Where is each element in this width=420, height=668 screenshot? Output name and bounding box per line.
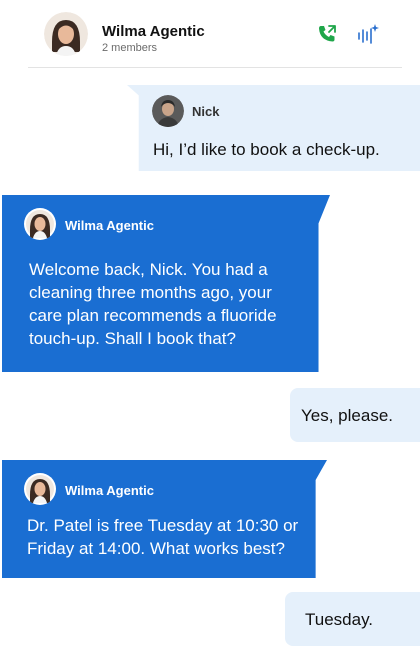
- sender-avatar: [24, 473, 56, 505]
- member-count: 2 members: [102, 42, 158, 54]
- message-text: Yes, please.: [301, 406, 393, 425]
- message-bubble-agent: Wilma Agentic Welcome back, Nick. You ha…: [2, 195, 330, 372]
- sender-avatar: [152, 95, 184, 127]
- sender-name: Wilma Agentic: [65, 483, 154, 498]
- message-text: Hi, I’d like to book a check-up.: [153, 140, 380, 159]
- header-divider: [28, 67, 402, 68]
- phone-icon[interactable]: [316, 23, 338, 45]
- chat-title: Wilma Agentic: [102, 23, 205, 40]
- message-text: Welcome back, Nick. You had a cleaning t…: [29, 260, 277, 348]
- message-text: Tuesday.: [305, 610, 374, 629]
- message-text: Dr. Patel is free Tuesday at 10:30 or Fr…: [27, 516, 299, 558]
- voice-ai-icon[interactable]: [356, 22, 380, 46]
- sender-name: Nick: [192, 104, 220, 119]
- message-bubble-user: Tuesday.: [285, 592, 420, 646]
- message-bubble-user: Yes, please.: [290, 388, 420, 442]
- chat-header: Wilma Agentic 2 members: [0, 0, 420, 68]
- message-bubble-agent: Wilma Agentic Dr. Patel is free Tuesday …: [2, 460, 327, 578]
- group-avatar[interactable]: [44, 12, 88, 56]
- sender-avatar: [24, 208, 56, 240]
- message-bubble-user: Nick Hi, I’d like to book a check-up.: [127, 85, 420, 171]
- sender-name: Wilma Agentic: [65, 218, 154, 233]
